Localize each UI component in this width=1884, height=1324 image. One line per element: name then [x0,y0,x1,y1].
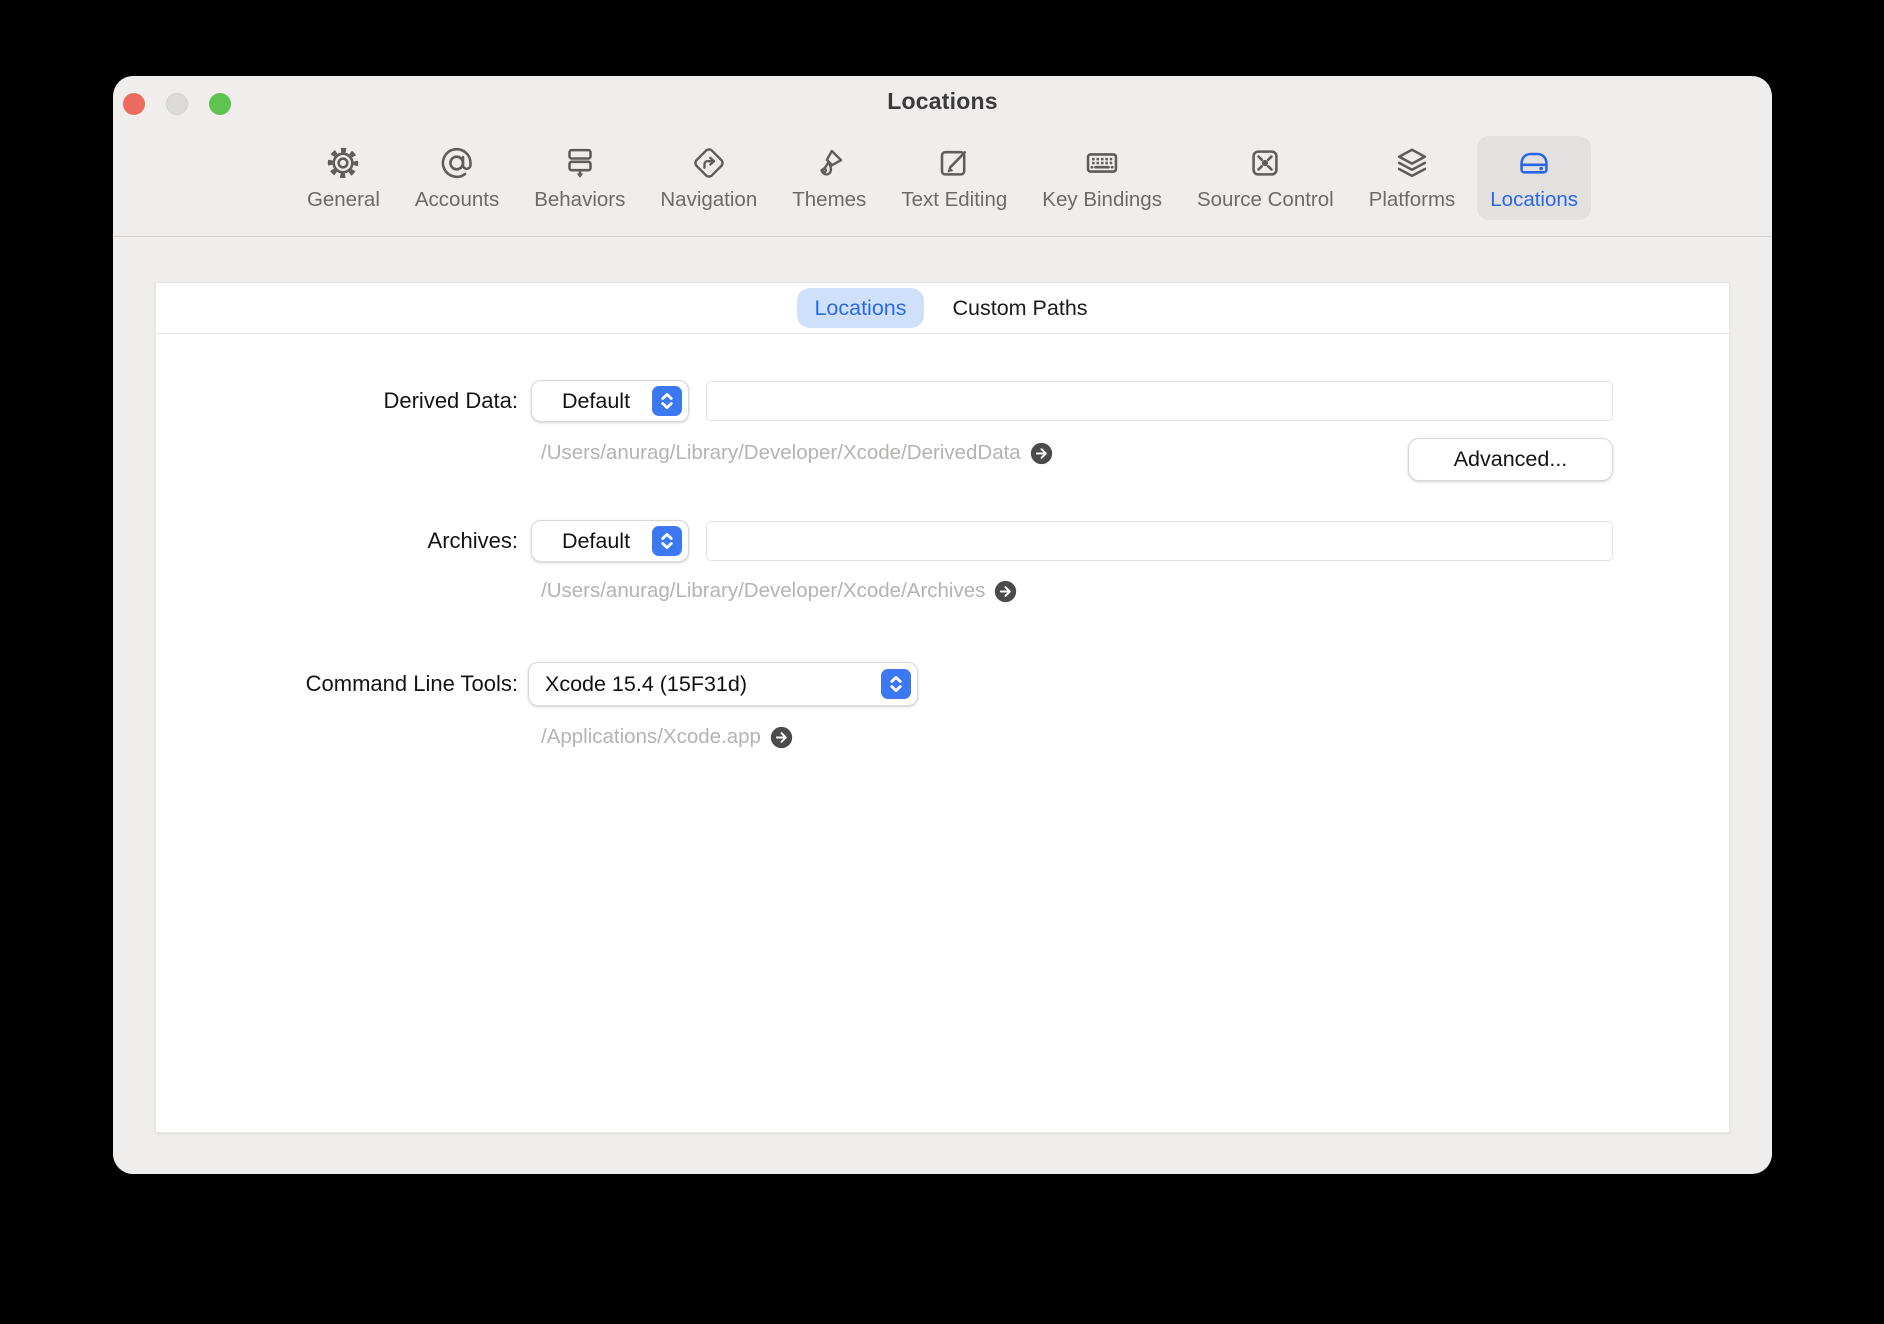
tab-general[interactable]: General [294,136,393,220]
archives-path: /Users/anurag/Library/Developer/Xcode/Ar… [541,578,1017,604]
layers-icon [1393,144,1431,182]
advanced-button[interactable]: Advanced... [1408,438,1613,481]
tab-locations[interactable]: Locations [1477,136,1591,220]
open-path-arrow-icon[interactable] [994,580,1017,603]
locations-pane: Locations Custom Paths Derived Data: Def… [155,282,1730,1133]
archives-label: Archives: [156,527,518,555]
derived-data-popup[interactable]: Default [531,380,689,422]
segment-locations[interactable]: Locations [797,288,923,328]
drive-icon [1515,144,1553,182]
tab-label: General [307,188,380,212]
toolbar-divider [113,236,1772,237]
tab-label: Themes [792,188,866,212]
tab-platforms[interactable]: Platforms [1356,136,1469,220]
popup-value: Xcode 15.4 (15F31d) [529,672,879,697]
command-line-tools-label: Command Line Tools: [156,670,518,698]
xcode-settings-window: Locations General Accounts [113,76,1772,1174]
tab-behaviors[interactable]: Behaviors [521,136,638,220]
segmented-control: Locations Custom Paths [156,283,1729,334]
tab-label: Locations [1490,188,1578,212]
popup-value: Default [532,389,650,414]
at-sign-icon [438,144,476,182]
derived-data-path: /Users/anurag/Library/Developer/Xcode/De… [541,440,1053,466]
tab-label: Accounts [415,188,499,212]
settings-toolbar: General Accounts Behaviors [113,136,1772,220]
tab-label: Navigation [660,188,757,212]
tab-label: Behaviors [534,188,625,212]
derived-data-label: Derived Data: [156,387,518,415]
tab-themes[interactable]: Themes [779,136,879,220]
path-text: /Users/anurag/Library/Developer/Xcode/Ar… [541,578,985,604]
keyboard-icon [1083,144,1121,182]
gear-icon [324,144,362,182]
popup-value: Default [532,529,650,554]
tab-label: Key Bindings [1042,188,1162,212]
command-line-tools-path: /Applications/Xcode.app [541,724,793,750]
window-title: Locations [113,88,1772,115]
segment-custom-paths[interactable]: Custom Paths [953,288,1088,328]
path-text: /Users/anurag/Library/Developer/Xcode/De… [541,440,1021,466]
tab-label: Platforms [1369,188,1456,212]
paintbrush-icon [810,144,848,182]
behaviors-icon [561,144,599,182]
command-line-tools-popup[interactable]: Xcode 15.4 (15F31d) [528,662,918,706]
open-path-arrow-icon[interactable] [770,726,793,749]
navigation-icon [690,144,728,182]
text-editing-icon [935,144,973,182]
tab-key-bindings[interactable]: Key Bindings [1029,136,1175,220]
tab-text-editing[interactable]: Text Editing [888,136,1020,220]
chevron-up-down-icon [652,526,682,556]
tab-source-control[interactable]: Source Control [1184,136,1347,220]
tab-accounts[interactable]: Accounts [402,136,512,220]
source-control-icon [1246,144,1284,182]
tab-label: Source Control [1197,188,1334,212]
archives-popup[interactable]: Default [531,520,689,562]
derived-data-field[interactable] [706,381,1613,421]
open-path-arrow-icon[interactable] [1030,442,1053,465]
archives-field[interactable] [706,521,1613,561]
chevron-up-down-icon [881,669,911,699]
chevron-up-down-icon [652,386,682,416]
tab-navigation[interactable]: Navigation [647,136,770,220]
path-text: /Applications/Xcode.app [541,724,761,750]
tab-label: Text Editing [901,188,1007,212]
